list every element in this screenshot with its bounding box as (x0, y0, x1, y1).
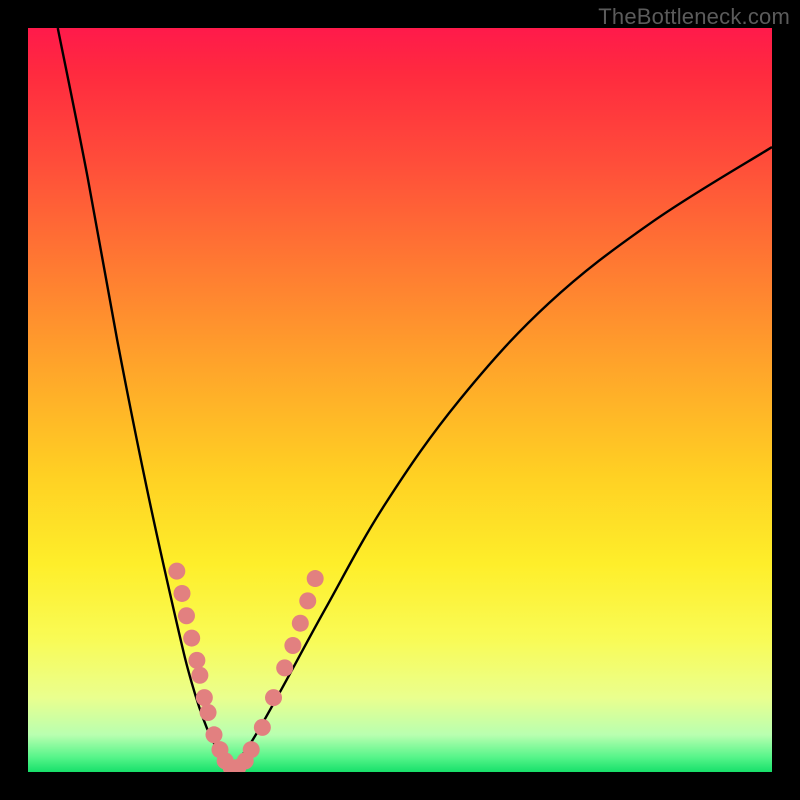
marker-dot (284, 637, 301, 654)
plot-area (28, 28, 772, 772)
marker-dot (206, 726, 223, 743)
marker-dot (276, 659, 293, 676)
marker-dot (200, 704, 217, 721)
chart-svg (28, 28, 772, 772)
marker-dot (299, 592, 316, 609)
marker-dot (191, 667, 208, 684)
marker-dot (196, 689, 213, 706)
marker-dot (188, 652, 205, 669)
marker-dot (254, 719, 271, 736)
marker-dot (168, 563, 185, 580)
curve-right-arm (229, 147, 772, 772)
marker-dot (265, 689, 282, 706)
marker-dot (178, 607, 195, 624)
chart-frame: TheBottleneck.com (0, 0, 800, 800)
marker-dot (243, 741, 260, 758)
marker-dot (292, 615, 309, 632)
marker-group (168, 563, 323, 772)
marker-dot (183, 630, 200, 647)
watermark-text: TheBottleneck.com (598, 4, 790, 30)
marker-dot (307, 570, 324, 587)
marker-dot (174, 585, 191, 602)
